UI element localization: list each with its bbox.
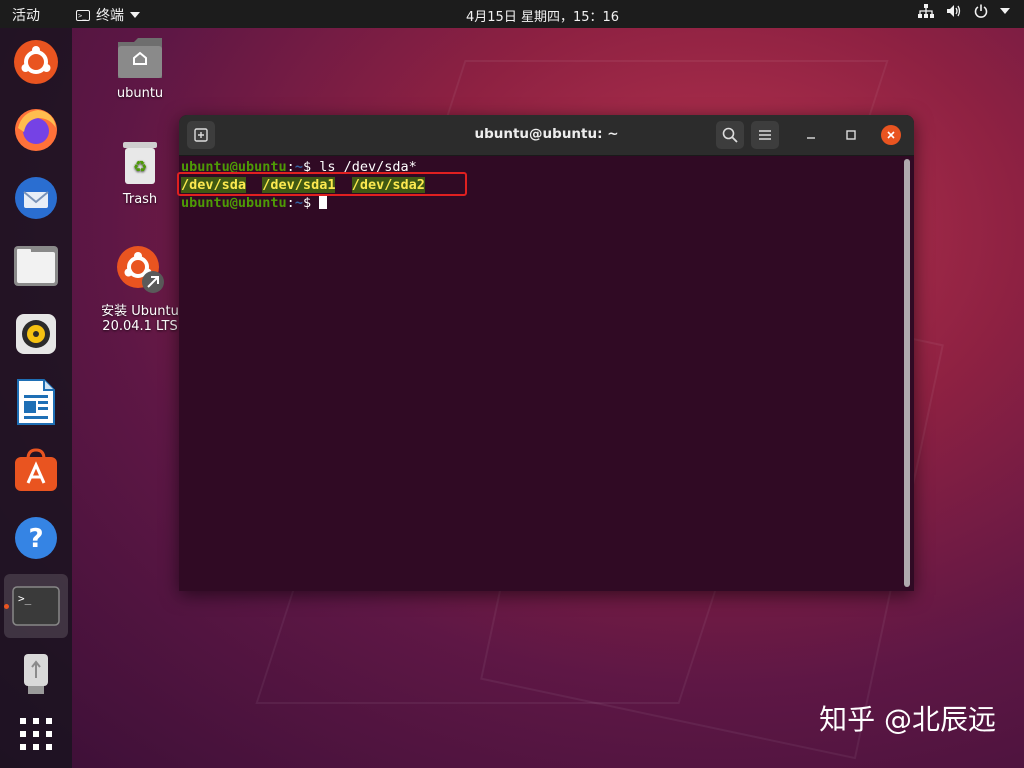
dock-item-show-apps[interactable] xyxy=(10,708,62,760)
usb-drive-icon xyxy=(24,654,48,694)
dock-item-help[interactable]: ? xyxy=(10,512,62,564)
desktop-installer-label-1: 安装 Ubuntu xyxy=(101,304,179,319)
desktop-home-label: ubuntu xyxy=(116,86,164,101)
prompt-path: ~ xyxy=(294,195,303,211)
dock-item-firefox[interactable] xyxy=(10,104,62,156)
system-tray[interactable] xyxy=(918,4,1010,18)
desktop-trash-label: Trash xyxy=(122,192,158,207)
running-indicator xyxy=(4,604,9,609)
text-cursor xyxy=(319,194,328,209)
search-icon xyxy=(722,127,738,143)
hamburger-menu-button[interactable] xyxy=(751,121,779,149)
svg-text:>_: >_ xyxy=(18,592,32,605)
dock-item-software[interactable] xyxy=(10,444,62,496)
maximize-icon xyxy=(846,130,856,140)
dock-item-usb[interactable] xyxy=(10,648,62,700)
ubuntu-installer-icon xyxy=(14,40,58,84)
dock-item-thunderbird[interactable] xyxy=(10,172,62,224)
ubuntu-software-icon xyxy=(15,448,57,491)
trash-icon: ♻ xyxy=(123,142,157,184)
show-applications-icon xyxy=(20,718,52,750)
hamburger-menu-icon xyxy=(759,130,771,140)
dock-item-writer[interactable] xyxy=(10,376,62,428)
dock-item-files[interactable] xyxy=(10,240,62,292)
desktop-installer-label-2: 20.04.1 LTS xyxy=(102,319,178,334)
ubuntu-installer-icon xyxy=(117,246,164,293)
libreoffice-writer-icon xyxy=(17,379,55,425)
maximize-button[interactable] xyxy=(841,125,861,145)
prompt-dollar: $ xyxy=(302,195,320,211)
dock-item-installer[interactable] xyxy=(10,36,62,88)
dock-item-rhythmbox[interactable] xyxy=(10,308,62,360)
chevron-down-icon xyxy=(130,12,140,18)
desktop-home-folder[interactable]: ubuntu xyxy=(90,36,190,101)
prompt-separator: : xyxy=(286,195,295,211)
chevron-down-icon xyxy=(1000,8,1010,14)
activities-button[interactable]: 活动 xyxy=(12,5,40,25)
close-button[interactable] xyxy=(881,125,901,145)
app-menu-label: 终端 xyxy=(96,8,124,24)
minimize-icon xyxy=(807,137,815,139)
power-icon xyxy=(974,4,988,18)
home-folder-icon xyxy=(118,38,162,78)
terminal-content[interactable]: ubuntu@ubuntu:~$ ls /dev/sda* /dev/sda /… xyxy=(179,156,914,591)
svg-text:♻: ♻ xyxy=(133,157,147,176)
svg-text:?: ? xyxy=(28,524,43,554)
top-bar: 活动 >_ 终端 4月15日 星期四，15：16 xyxy=(0,0,1024,28)
app-menu[interactable]: >_ 终端 xyxy=(76,5,140,25)
minimize-button[interactable] xyxy=(801,125,821,145)
help-icon: ? xyxy=(15,517,57,559)
clock[interactable]: 4月15日 星期四，15：16 xyxy=(466,6,619,25)
highlight-annotation-box xyxy=(177,172,467,196)
terminal-titlebar[interactable]: ubuntu@ubuntu: ~ xyxy=(179,115,914,156)
files-icon xyxy=(14,246,58,286)
volume-icon xyxy=(947,5,961,17)
terminal-prompt-line: ubuntu@ubuntu:~$ xyxy=(181,194,912,212)
desktop-trash[interactable]: ♻ Trash xyxy=(90,140,190,207)
network-icon xyxy=(918,4,934,18)
dock: ? >_ xyxy=(0,28,72,768)
terminal-icon: >_ xyxy=(12,586,60,626)
rhythmbox-icon xyxy=(16,314,56,354)
dock-item-terminal[interactable]: >_ xyxy=(4,574,68,638)
close-icon xyxy=(887,131,895,139)
terminal-scrollbar[interactable] xyxy=(904,159,910,587)
firefox-icon xyxy=(15,109,57,151)
search-button[interactable] xyxy=(716,121,744,149)
desktop-installer[interactable]: 安装 Ubuntu 20.04.1 LTS xyxy=(90,244,190,334)
prompt-user: ubuntu@ubuntu xyxy=(181,195,287,211)
thunderbird-icon xyxy=(15,177,57,219)
terminal-mini-icon: >_ xyxy=(76,9,90,21)
watermark: 知乎 @北辰远 xyxy=(819,703,996,736)
